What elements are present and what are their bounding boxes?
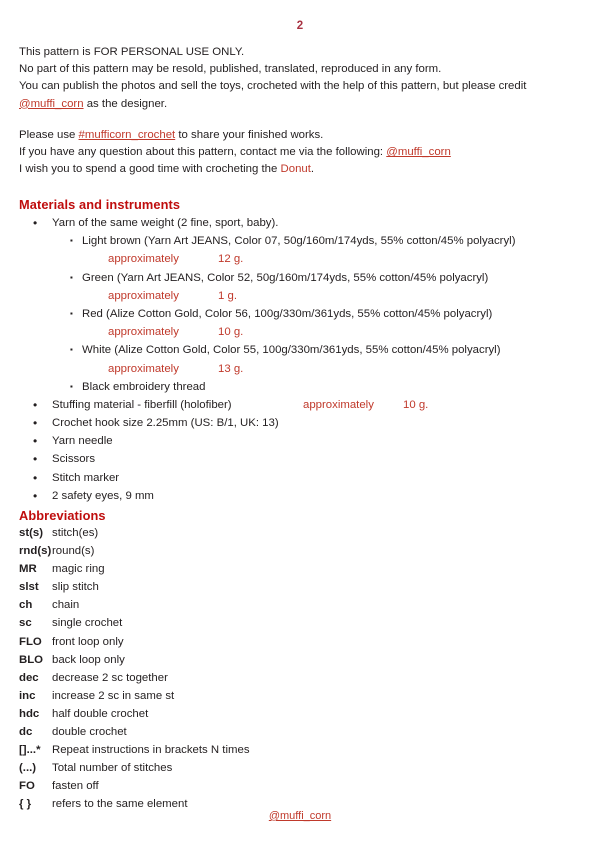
abbr-definition: back loop only [52,653,125,666]
project-name-text: Donut [280,163,311,176]
table-row: dec decrease 2 sc together [0,669,600,687]
approx-row-white: approximately 13 g. [0,360,600,378]
table-row: []...* Repeat instructions in brackets N… [0,741,600,759]
approx-row-red: approximately 10 g. [0,323,600,341]
hashtag-link[interactable]: #mufficorn_crochet [79,129,176,141]
abbr-definition: single crochet [52,617,123,630]
abbr-term: st(s) [19,527,44,539]
list-item-yarn-intro: Yarn of the same weight (2 fine, sport, … [0,214,600,232]
notice-line-personal-use: This pattern is FOR PERSONAL USE ONLY. [19,46,245,58]
table-row: (...) Total number of stitches [0,759,600,777]
abbr-definition: chain [52,599,80,612]
page-number: 2 [296,20,304,32]
designer-handle-link[interactable]: @muffi_corn [19,98,84,110]
wish-prefix-text: I wish you to spend a good time with cro… [19,163,281,176]
abbr-term: []...* [19,744,41,757]
list-item-yarn-red: Red (Alize Cotton Gold, Color 56, 100g/3… [0,305,600,323]
table-row: slst slip stitch [0,578,600,596]
notice-line-designer: @muffi_corn as the designer. [19,96,585,113]
abbr-definition: Total number of stitches [52,762,173,775]
contact-handle-link[interactable]: @muffi_corn [386,146,451,158]
abbr-definition: double crochet [52,726,127,739]
approx-amount: 12 g. [218,253,244,266]
table-row: inc increase 2 sc in same st [0,687,600,705]
abbr-definition: round(s) [52,545,95,558]
abbr-term: dc [19,726,33,739]
table-row: rnd(s) round(s) [0,542,600,560]
table-row: hdc half double crochet [0,705,600,723]
contact-prefix-text: If you have any question about this patt… [19,146,387,159]
hashtag-suffix-text: to share your finished works. [175,129,324,141]
approx-row-light-brown: approximately 12 g. [0,250,600,268]
table-row: FO fasten off [0,777,600,795]
list-item-crochet-hook: Crochet hook size 2.25mm (US: B/1, UK: 1… [0,414,600,432]
approx-amount: 13 g. [218,362,244,375]
list-item-yarn-white: White (Alize Cotton Gold, Color 55, 100g… [0,341,600,359]
table-row: dc double crochet [0,723,600,741]
materials-list: Yarn of the same weight (2 fine, sport, … [0,214,600,505]
usage-notice-block: This pattern is FOR PERSONAL USE ONLY. N… [19,44,585,113]
list-item-stuffing: Stuffing material - fiberfill (holofiber… [0,396,600,414]
table-row: MR magic ring [0,560,600,578]
abbr-term: rnd(s) [19,545,52,558]
stuffing-label: Stuffing material - fiberfill (holofiber… [52,398,232,411]
notice-line-wish: I wish you to spend a good time with cro… [19,161,585,178]
approx-label: approximately [108,253,179,266]
list-item-scissors: Scissors [0,450,600,468]
approx-label: approximately [303,398,374,411]
approx-amount: 1 g. [218,289,237,302]
notice-credit-text: You can publish the photos and sell the … [19,80,527,93]
abbr-term: sc [19,617,32,630]
abbr-term: BLO [19,653,44,666]
table-row: BLO back loop only [0,651,600,669]
notice-line-credit: You can publish the photos and sell the … [19,78,585,95]
table-row: sc single crochet [0,614,600,632]
abbr-term: inc [19,689,36,702]
abbr-definition: front loop only [52,635,124,648]
list-item-yarn-green: Green (Yarn Art JEANS, Color 52, 50g/160… [0,269,600,287]
list-item-safety-eyes: 2 safety eyes, 9 mm [0,487,600,505]
approx-label: approximately [108,289,179,302]
hashtag-prefix-text: Please use [19,129,79,141]
abbr-term: (...) [19,762,37,775]
notice-line-no-resale: No part of this pattern may be resold, p… [19,63,442,76]
notice-line-contact: If you have any question about this patt… [19,144,585,161]
list-item-yarn-needle: Yarn needle [0,432,600,450]
abbr-term: slst [19,581,39,594]
abbr-definition: fasten off [52,780,99,793]
abbreviations-heading: Abbreviations [19,508,106,523]
materials-heading: Materials and instruments [19,197,181,212]
contact-notice-block: Please use #mufficorn_crochet to share y… [19,127,585,179]
pattern-page: 2 This pattern is FOR PERSONAL USE ONLY.… [0,0,600,848]
approx-label: approximately [108,362,179,375]
table-row: FLO front loop only [0,633,600,651]
abbr-definition: magic ring [52,563,105,576]
abbr-definition: half double crochet [52,707,149,720]
abbr-term: hdc [19,707,40,720]
abbreviations-table: st(s) stitch(es) rnd(s) round(s) MR magi… [0,524,600,814]
abbr-definition: increase 2 sc in same st [52,689,175,702]
list-item-yarn-light-brown: Light brown (Yarn Art JEANS, Color 07, 5… [0,232,600,250]
abbr-term: FO [19,780,35,793]
abbr-term: ch [19,599,33,612]
abbr-definition: stitch(es) [52,527,99,539]
abbr-term: FLO [19,635,42,648]
notice-line-hashtag: Please use #mufficorn_crochet to share y… [19,127,585,144]
list-item-black-thread: Black embroidery thread [0,378,600,396]
wish-suffix-text: . [310,163,315,176]
list-item-stitch-marker: Stitch marker [0,469,600,487]
table-row: ch chain [0,596,600,614]
approx-label: approximately [108,326,179,339]
approx-amount: 10 g. [218,326,244,339]
abbr-term: dec [19,671,39,684]
footer-handle-link[interactable]: @muffi_corn [0,810,600,822]
abbr-term: MR [19,563,37,576]
approx-row-green: approximately 1 g. [0,287,600,305]
abbr-definition: Repeat instructions in brackets N times [52,744,250,757]
table-row: st(s) stitch(es) [0,524,600,542]
abbr-definition: decrease 2 sc together [52,671,168,684]
abbr-definition: slip stitch [52,581,99,594]
approx-amount: 10 g. [403,398,429,411]
designer-suffix-text: as the designer. [83,97,168,110]
